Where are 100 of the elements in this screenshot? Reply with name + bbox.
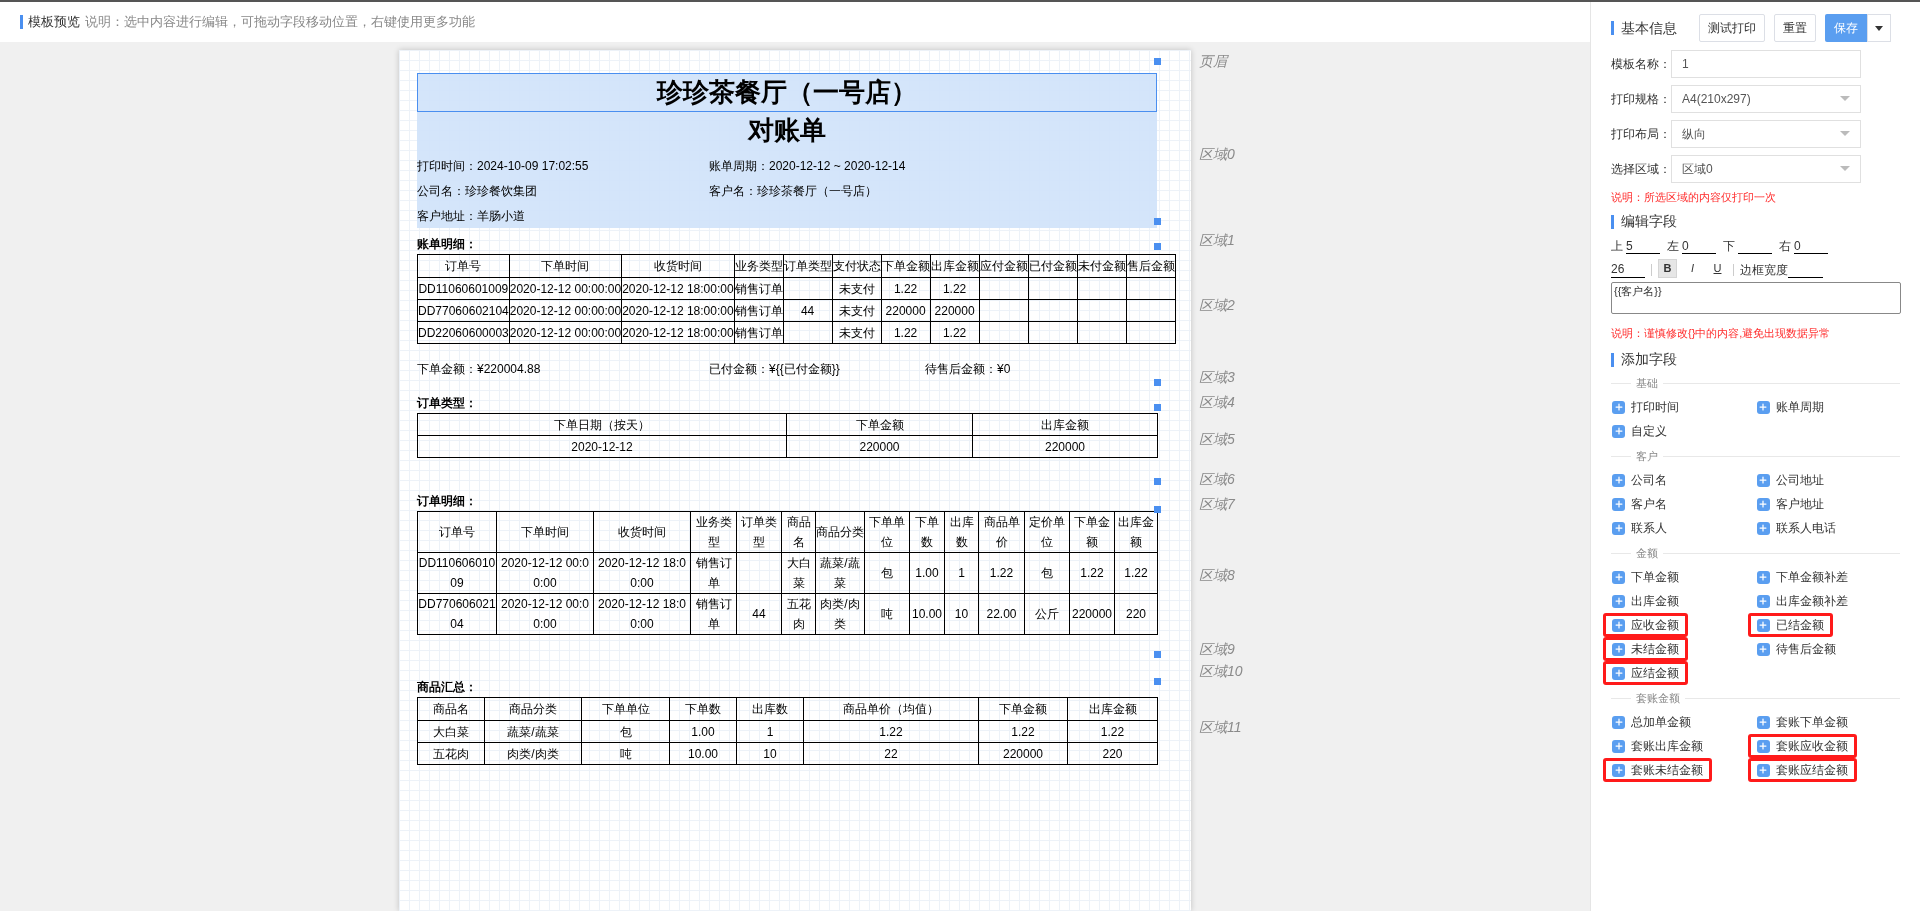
table-cell [1126,299,1176,322]
add-field-button[interactable]: 待售后金额 [1747,637,1845,661]
table-cell: 大白菜 [781,552,816,594]
column-header: 业务类型 [690,511,737,553]
info-text: 客户地址：羊肠小道 [417,207,526,225]
plus-icon [1612,521,1625,535]
table-cell [1077,277,1127,300]
add-field-button[interactable]: 公司地址 [1747,468,1833,492]
add-field-button[interactable]: 账单周期 [1747,395,1833,419]
table-cell: 包 [581,720,670,743]
region-handle[interactable] [1154,218,1161,225]
table-cell: 1 [736,720,804,743]
add-field-button[interactable]: 下单金额补差 [1747,565,1857,589]
column-header: 出库金额 [930,254,980,278]
select-field[interactable]: 纵向 [1671,119,1861,148]
section-title: 添加字段 [1621,350,1677,369]
add-field-button[interactable]: 套账出库金额 [1603,734,1712,758]
region-handle[interactable] [1154,379,1161,386]
region-handle[interactable] [1154,678,1161,685]
add-field-button[interactable]: 客户地址 [1747,492,1833,516]
table-cell: 未支付 [832,299,882,322]
table-cell: 2020-12-12 00:00:00 [496,593,594,635]
table-cell [736,552,782,594]
margin-input[interactable]: 5 [1626,238,1660,254]
table-cell: 220000 [930,299,980,322]
panel-button[interactable]: 重置 [1774,14,1816,42]
panel-button[interactable]: 测试打印 [1699,14,1765,42]
plus-icon [1612,666,1625,680]
column-header: 下单金额 [1069,511,1115,553]
dropdown-button[interactable] [1867,14,1891,42]
table-cell [1077,321,1127,344]
add-field-button[interactable]: 联系人电话 [1747,516,1845,540]
add-field-button[interactable]: 应结金额 [1603,661,1688,685]
plus-icon [1612,618,1625,632]
add-field-button[interactable]: 自定义 [1603,419,1676,443]
column-header: 出库数 [944,511,979,553]
info-text: 客户名：珍珍茶餐厅（一号店） [709,182,878,200]
region-label: 区域8 [1199,566,1235,584]
table-cell: 公斤 [1024,593,1070,635]
add-field-button[interactable]: 未结金额 [1603,637,1688,661]
table-cell: 五花肉 [781,593,816,635]
region-handle[interactable] [1154,478,1161,485]
add-field-button[interactable]: 出库金额 [1603,589,1688,613]
content-textarea[interactable]: {{客户名}} [1611,282,1901,314]
plus-icon [1612,594,1625,608]
add-field-button[interactable]: 总加单金额 [1603,710,1700,734]
plus-icon [1612,642,1625,656]
table-cell: 1.22 [930,277,980,300]
column-header: 出库金额 [1067,697,1158,721]
column-header: 下单数 [669,697,737,721]
add-field-button[interactable]: 联系人 [1603,516,1676,540]
margin-input[interactable]: 0 [1794,238,1828,254]
table-cell: 未支付 [832,321,882,344]
table-cell: 220 [1114,593,1158,635]
table-cell: 蔬菜/蔬菜 [815,552,865,594]
group-title: 套账金额 [1635,691,1681,707]
region-label: 区域7 [1199,495,1235,513]
select-field[interactable]: A4(210x297) [1671,84,1861,113]
add-field-button[interactable]: 套账应收金额 [1747,734,1857,758]
table-cell: 包 [864,552,910,594]
plus-icon [1756,618,1770,632]
region-handle[interactable] [1154,651,1161,658]
add-field-button[interactable]: 打印时间 [1603,395,1688,419]
add-field-button[interactable]: 套账应结金额 [1747,758,1857,782]
add-field-button[interactable]: 公司名 [1603,468,1676,492]
region-handle[interactable] [1154,404,1161,411]
add-field-button[interactable]: 下单金额 [1603,565,1688,589]
input-field[interactable]: 1 [1671,49,1861,78]
column-header: 售后金额 [1126,254,1176,278]
table-cell [1028,277,1078,300]
text-style-button[interactable]: U [1708,259,1727,278]
add-field-button[interactable]: 已结金额 [1747,613,1833,637]
add-field-button[interactable]: 出库金额补差 [1747,589,1857,613]
margin-input[interactable]: 0 [1682,238,1716,254]
add-field-button[interactable]: 套账未结金额 [1603,758,1712,782]
section-label: 订单明细： [417,493,477,510]
region-label: 区域2 [1199,296,1235,314]
add-field-button[interactable]: 套账下单金额 [1747,710,1857,734]
add-field-button[interactable]: 客户名 [1603,492,1676,516]
info-text: 公司名：珍珍餐饮集团 [417,182,538,200]
text-style-button[interactable]: B [1658,259,1677,278]
caret-icon [1840,166,1850,171]
column-header: 定价单位 [1024,511,1070,553]
region-handle[interactable] [1154,243,1161,250]
table-cell: 1.22 [881,321,931,344]
text-style-button[interactable]: I [1683,259,1702,278]
table-cell: DD22060600003 [417,321,510,344]
note-text: 说明：所选区域的内容仅打印一次 [1611,190,1777,205]
table-cell: DD77060602104 [417,299,510,322]
region-handle[interactable] [1154,506,1161,513]
column-header: 收货时间 [621,254,735,278]
column-header: 商品单价（均值） [803,697,979,721]
select-field[interactable]: 区域0 [1671,154,1861,183]
plus-icon [1756,594,1770,608]
font-size-input[interactable]: 26 [1611,261,1645,278]
table-cell: 未支付 [832,277,882,300]
column-header: 下单时间 [509,254,622,278]
section-title: 编辑字段 [1621,212,1677,231]
region-handle[interactable] [1154,58,1161,65]
add-field-button[interactable]: 应收金额 [1603,613,1688,637]
